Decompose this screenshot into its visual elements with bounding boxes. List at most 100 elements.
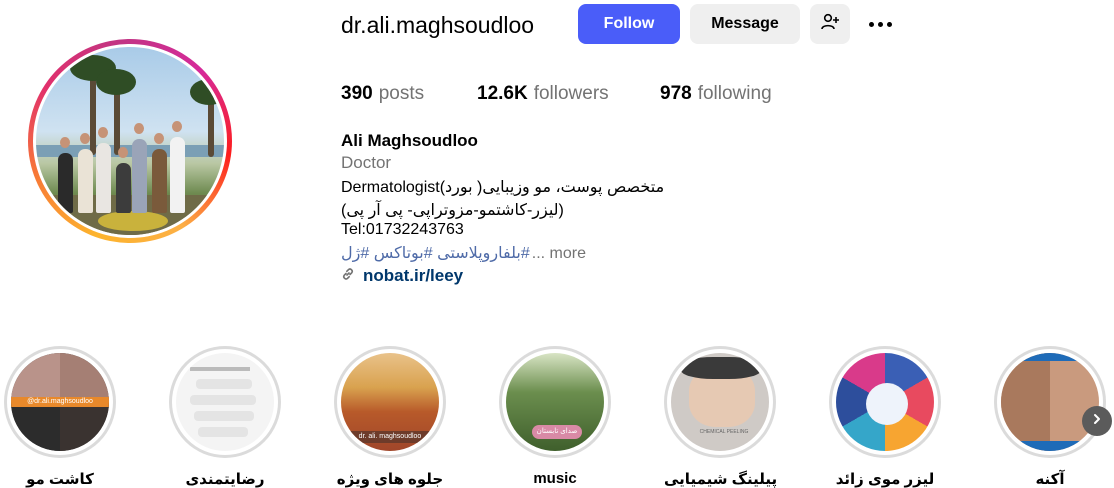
person-head — [134, 123, 144, 134]
acne-banner — [1001, 353, 1099, 361]
following-label: following — [697, 83, 772, 104]
bio-full-name: Ali Maghsoudloo — [341, 131, 478, 150]
hair-watermark: @dr.ali.maghsoudloo — [11, 397, 109, 407]
highlight-cover: صدای تابستان — [506, 353, 604, 451]
highlight-cover: dr. ali. maghsoudloo — [341, 353, 439, 451]
highlight-label: آکنه — [1035, 471, 1065, 488]
highlight-gap: @dr.ali.maghsoudloo — [7, 349, 113, 455]
highlights-next-button[interactable] — [1082, 406, 1112, 436]
person-figure — [152, 149, 167, 213]
highlight-satisfaction[interactable]: رضایتمندی — [169, 346, 281, 488]
highlight-hair-transplant[interactable]: @dr.ali.maghsoudloo کاشت مو — [4, 346, 116, 488]
highlight-laser-hair-removal[interactable]: لیزر موی زائد — [829, 346, 941, 488]
profile-username: dr.ali.maghsoudloo — [341, 12, 535, 38]
highlight-ring: صدای تابستان — [499, 346, 611, 458]
highlight-label: پیلینگ شیمیایی — [664, 471, 778, 488]
chat-bubble — [196, 379, 252, 389]
highlight-gap — [832, 349, 938, 455]
person-head — [80, 133, 90, 144]
follow-button[interactable]: Follow — [578, 4, 680, 44]
person-head — [118, 147, 128, 158]
link-icon — [341, 266, 355, 286]
highlight-ring — [829, 346, 941, 458]
person-head — [60, 137, 70, 148]
following-count: 978 — [660, 83, 692, 104]
acne-banner — [1001, 441, 1099, 451]
person-add-icon — [820, 12, 840, 37]
highlight-label: music — [533, 470, 577, 487]
highlight-music[interactable]: صدای تابستان music — [499, 346, 611, 487]
posts-stat: 390 posts — [341, 83, 424, 105]
posts-label: posts — [378, 83, 425, 104]
posts-count: 390 — [341, 83, 373, 104]
highlight-cover — [836, 353, 934, 451]
person-figure — [96, 143, 111, 213]
bio-website-link[interactable]: nobat.ir/leey — [341, 266, 463, 286]
highlight-ring — [169, 346, 281, 458]
chevron-right-icon — [1091, 412, 1103, 430]
highlight-label: لیزر موی زائد — [835, 471, 935, 488]
bio-line-phone: Tel:01732243763 — [341, 221, 464, 238]
hair-before-tile — [11, 353, 60, 402]
hair-shape — [681, 357, 761, 379]
highlight-gap: dr. ali. maghsoudloo — [337, 349, 443, 455]
bio-line-hashtags: #بلفاروپلاستی #بوتاکس #ژل... more — [341, 243, 586, 263]
avatar-rock — [98, 211, 168, 231]
person-figure — [58, 153, 73, 213]
highlight-ring: CHEMICAL PEELING — [664, 346, 776, 458]
avatar-border — [33, 44, 227, 238]
bio-more-link[interactable]: ... more — [532, 245, 586, 262]
person-head — [172, 121, 182, 132]
bio-link-text: nobat.ir/leey — [363, 266, 464, 285]
bio-line-services: (لیزر-کاشتمو-مزوتراپی- پی آر پی) — [341, 202, 564, 219]
person-figure — [132, 139, 147, 213]
person-head — [98, 127, 108, 138]
highlight-label: رضایتمندی — [185, 471, 265, 488]
person-figure — [116, 163, 131, 213]
bio-hashtags[interactable]: #بلفاروپلاستی #بوتاکس #ژل — [341, 245, 530, 262]
music-sticker: صدای تابستان — [532, 425, 582, 439]
hair-before-tile — [11, 402, 60, 451]
highlight-gap — [172, 349, 278, 455]
highlight-ring: dr. ali. maghsoudloo — [334, 346, 446, 458]
highlight-cover — [176, 353, 274, 451]
highlight-special-effects[interactable]: dr. ali. maghsoudloo جلوه های ویژه — [334, 346, 446, 488]
followers-stat[interactable]: 12.6K followers — [477, 83, 609, 105]
followers-label: followers — [533, 83, 609, 104]
palm-tree-top — [190, 79, 224, 105]
message-button[interactable]: Message — [690, 4, 800, 44]
laser-logo-center — [866, 383, 908, 425]
highlight-label: کاشت مو — [26, 471, 94, 488]
hair-after-tile — [60, 402, 109, 451]
more-horizontal-icon — [868, 21, 892, 27]
peeling-caption: CHEMICAL PEELING — [699, 429, 749, 435]
bio-category: Doctor — [341, 153, 392, 172]
highlight-gap: صدای تابستان — [502, 349, 608, 455]
profile-avatar[interactable] — [28, 39, 232, 243]
highlight-cover — [1001, 353, 1099, 451]
highlight-gap: CHEMICAL PEELING — [667, 349, 773, 455]
followers-count: 12.6K — [477, 83, 528, 104]
highlight-ring: @dr.ali.maghsoudloo — [4, 346, 116, 458]
highlight-ring — [994, 346, 1106, 458]
highlight-label: جلوه های ویژه — [336, 471, 444, 488]
avatar-photo — [36, 47, 224, 235]
chat-bubble — [194, 411, 254, 421]
person-figure — [170, 137, 185, 213]
highlight-gap — [997, 349, 1103, 455]
person-figure — [78, 149, 93, 213]
chat-line — [190, 367, 250, 371]
chat-bubble — [198, 427, 248, 437]
suggest-accounts-button[interactable] — [810, 4, 850, 44]
acne-before-tile — [1001, 353, 1050, 451]
highlight-cover: @dr.ali.maghsoudloo — [11, 353, 109, 451]
chat-bubble — [190, 395, 256, 405]
options-button[interactable] — [862, 4, 898, 44]
following-stat[interactable]: 978 following — [660, 83, 772, 105]
effects-watermark: dr. ali. maghsoudloo — [341, 431, 439, 443]
hair-after-tile — [60, 353, 109, 402]
highlight-chemical-peeling[interactable]: CHEMICAL PEELING پیلینگ شیمیایی — [664, 346, 778, 488]
highlight-cover: CHEMICAL PEELING — [671, 353, 769, 451]
bio-line-specialty: Dermatologist(متخصص پوست، مو وزیبایی( بو… — [341, 179, 665, 196]
person-head — [154, 133, 164, 144]
